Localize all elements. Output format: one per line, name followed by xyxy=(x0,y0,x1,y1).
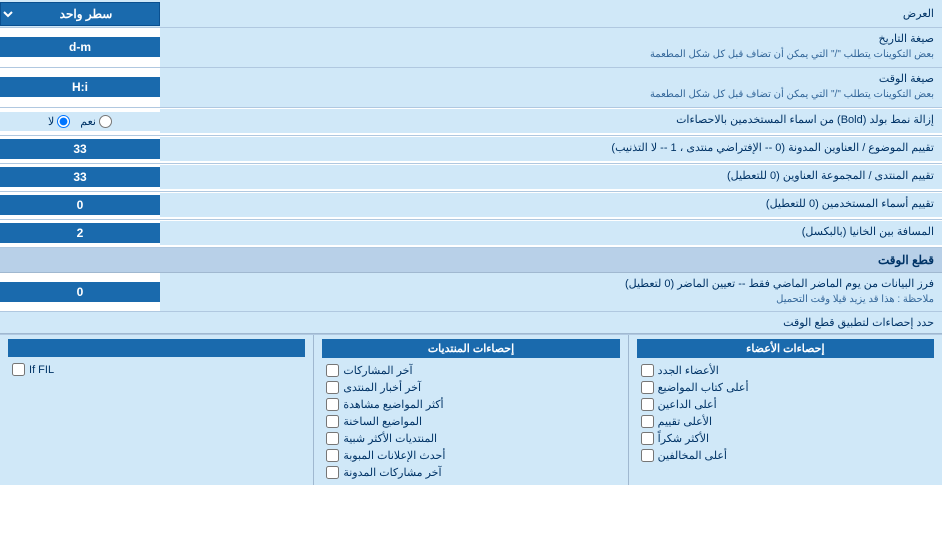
checkbox-most-similar-forums: المنتديات الأكثر شبية xyxy=(322,430,619,447)
top-inviters-checkbox[interactable] xyxy=(641,398,654,411)
topic-limit-row: تقييم الموضوع / العناوين المدونة (0 -- ا… xyxy=(0,136,942,164)
checkbox-latest-blog-posts: آخر مشاركات المدونة xyxy=(322,464,619,481)
top-topic-writers-checkbox[interactable] xyxy=(641,381,654,394)
bold-remove-row: إزالة نمط بولد (Bold) من اسماء المستخدمي… xyxy=(0,108,942,136)
bold-remove-no-label: لا xyxy=(48,115,70,128)
checkbox-latest-posts: آخر المشاركات xyxy=(322,362,619,379)
users-limit-row: تقييم أسماء المستخدمين (0 للتعطيل) xyxy=(0,192,942,220)
col-members-stats: إحصاءات الأعضاء الأعضاء الجدد أعلى كتاب … xyxy=(628,335,942,485)
top-violators-checkbox[interactable] xyxy=(641,449,654,462)
cutoff-days-label: فرز البيانات من يوم الماضر الماضي فقط --… xyxy=(160,273,942,312)
time-format-input[interactable] xyxy=(0,77,160,97)
checkbox-top-rated: الأعلى تقييم xyxy=(637,413,934,430)
users-limit-input[interactable] xyxy=(0,195,160,215)
topic-limit-field[interactable] xyxy=(6,142,154,156)
checkbox-hot-topics: المواضيع الساخنة xyxy=(322,413,619,430)
latest-classified-ads-checkbox[interactable] xyxy=(326,449,339,462)
col-extra-header xyxy=(8,339,305,357)
display-label: العرض xyxy=(160,3,942,24)
forum-limit-input[interactable] xyxy=(0,167,160,187)
bold-remove-label: إزالة نمط بولد (Bold) من اسماء المستخدمي… xyxy=(160,109,942,132)
checkbox-top-inviters: أعلى الداعين xyxy=(637,396,934,413)
checkbox-most-thankful: الأكثر شكراً xyxy=(637,430,934,447)
time-format-row: صيغة الوقت بعض التكوينات يتطلب "/" التي … xyxy=(0,68,942,108)
forum-limit-field[interactable] xyxy=(6,170,154,184)
most-viewed-topics-checkbox[interactable] xyxy=(326,398,339,411)
space-between-row: المسافة بين الخانيا (بالبكسل) xyxy=(0,220,942,248)
bold-remove-yes-radio[interactable] xyxy=(99,115,112,128)
bottom-section: إحصاءات الأعضاء الأعضاء الجدد أعلى كتاب … xyxy=(0,334,942,485)
users-limit-label: تقييم أسماء المستخدمين (0 للتعطيل) xyxy=(160,193,942,216)
cutoff-days-input[interactable] xyxy=(0,282,160,302)
bold-remove-yes-label: نعم xyxy=(80,115,112,128)
hot-topics-checkbox[interactable] xyxy=(326,415,339,428)
cutoff-days-row: فرز البيانات من يوم الماضر الماضي فقط --… xyxy=(0,273,942,313)
col-forum-header: إحصاءات المنتديات xyxy=(322,339,619,358)
most-thankful-checkbox[interactable] xyxy=(641,432,654,445)
most-similar-forums-checkbox[interactable] xyxy=(326,432,339,445)
bold-remove-radios: نعم لا xyxy=(0,112,160,131)
limit-row: حدد إحصاءات لتطبيق قطع الوقت xyxy=(0,312,942,334)
time-format-label: صيغة الوقت بعض التكوينات يتطلب "/" التي … xyxy=(160,68,942,107)
checkbox-top-violators: أعلى المخالفين xyxy=(637,447,934,464)
forum-limit-row: تقييم المنتدى / المجموعة العناوين (0 للت… xyxy=(0,164,942,192)
checkbox-most-viewed-topics: أكثر المواضيع مشاهدة xyxy=(322,396,619,413)
date-format-label: صيغة التاريخ بعض التكوينات يتطلب "/" الت… xyxy=(160,28,942,67)
display-select-wrapper[interactable]: سطر واحد xyxy=(0,2,160,26)
space-between-input[interactable] xyxy=(0,223,160,243)
display-row: العرض سطر واحد xyxy=(0,0,942,28)
latest-blog-posts-checkbox[interactable] xyxy=(326,466,339,479)
topic-limit-label: تقييم الموضوع / العناوين المدونة (0 -- ا… xyxy=(160,137,942,160)
space-between-field[interactable] xyxy=(6,226,154,240)
bottom-content: إحصاءات الأعضاء الأعضاء الجدد أعلى كتاب … xyxy=(0,335,942,485)
checkbox-latest-classified-ads: أحدث الإعلانات المبوبة xyxy=(322,447,619,464)
latest-forum-news-checkbox[interactable] xyxy=(326,381,339,394)
date-format-field[interactable] xyxy=(6,40,154,54)
date-format-row: صيغة التاريخ بعض التكوينات يتطلب "/" الت… xyxy=(0,28,942,68)
cutoff-section-header: قطع الوقت xyxy=(0,248,942,273)
checkbox-new-members: الأعضاء الجدد xyxy=(637,362,934,379)
display-select[interactable]: سطر واحد xyxy=(0,2,160,26)
cutoff-days-field[interactable] xyxy=(6,285,154,299)
topic-limit-input[interactable] xyxy=(0,139,160,159)
date-format-input[interactable] xyxy=(0,37,160,57)
users-limit-field[interactable] xyxy=(6,198,154,212)
col-extra-stats: If FIL xyxy=(0,335,313,485)
forum-limit-label: تقييم المنتدى / المجموعة العناوين (0 للت… xyxy=(160,165,942,188)
new-members-checkbox[interactable] xyxy=(641,364,654,377)
checkbox-latest-forum-news: آخر أخبار المنتدى xyxy=(322,379,619,396)
space-between-label: المسافة بين الخانيا (بالبكسل) xyxy=(160,221,942,244)
if-fil-checkbox[interactable] xyxy=(12,363,25,376)
top-rated-checkbox[interactable] xyxy=(641,415,654,428)
col-members-header: إحصاءات الأعضاء xyxy=(637,339,934,358)
col-forum-stats: إحصاءات المنتديات آخر المشاركات آخر أخبا… xyxy=(313,335,627,485)
latest-posts-checkbox[interactable] xyxy=(326,364,339,377)
checkbox-top-topic-writers: أعلى كتاب المواضيع xyxy=(637,379,934,396)
checkbox-if-fil: If FIL xyxy=(8,361,305,378)
time-format-field[interactable] xyxy=(6,80,154,94)
bold-remove-no-radio[interactable] xyxy=(57,115,70,128)
